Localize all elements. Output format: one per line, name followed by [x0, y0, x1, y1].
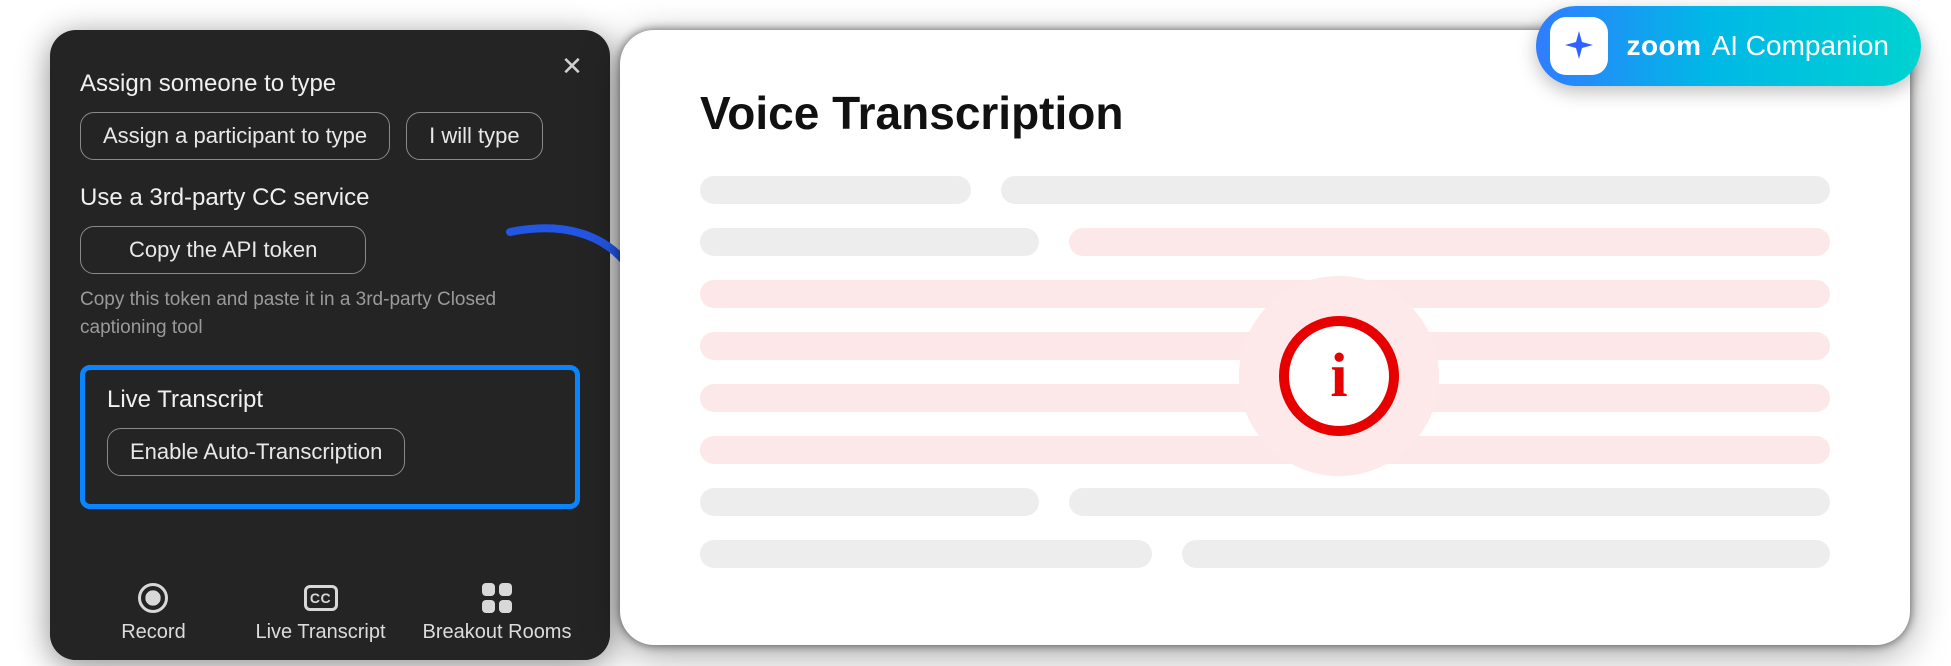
voice-transcription-title: Voice Transcription	[700, 86, 1830, 140]
meeting-toolbar: Record CC Live Transcript Breakout Rooms	[50, 570, 610, 660]
grid-icon	[480, 581, 514, 615]
breakout-label: Breakout Rooms	[423, 621, 572, 644]
cc-section-title: Use a 3rd-party CC service	[80, 184, 580, 212]
ai-companion-label: AI Companion	[1712, 30, 1889, 62]
ai-companion-pill[interactable]: zoom AI Companion	[1536, 6, 1921, 86]
placeholder-lines: i	[700, 176, 1830, 568]
close-icon: ✕	[561, 53, 583, 79]
record-icon	[136, 581, 170, 615]
cc-icon: CC	[304, 581, 338, 615]
info-bubble: i	[1239, 276, 1439, 476]
toolbar-breakout-rooms[interactable]: Breakout Rooms	[423, 581, 572, 644]
ai-brand-text: zoom	[1626, 30, 1701, 62]
copy-api-token-button[interactable]: Copy the API token	[80, 226, 366, 274]
voice-transcription-card: Voice Transcription i	[620, 30, 1910, 645]
live-transcript-title: Live Transcript	[107, 386, 553, 414]
toolbar-live-transcript[interactable]: CC Live Transcript	[255, 581, 385, 644]
assign-participant-button[interactable]: Assign a participant to type	[80, 112, 390, 160]
enable-auto-transcription-button[interactable]: Enable Auto-Transcription	[107, 428, 405, 476]
record-label: Record	[121, 621, 185, 644]
live-transcript-label: Live Transcript	[255, 621, 385, 644]
i-will-type-button[interactable]: I will type	[406, 112, 542, 160]
sparkle-icon	[1550, 17, 1608, 75]
toolbar-record[interactable]: Record	[88, 581, 218, 644]
close-button[interactable]: ✕	[558, 52, 586, 80]
info-icon: i	[1279, 316, 1399, 436]
assign-section-title: Assign someone to type	[80, 70, 580, 98]
